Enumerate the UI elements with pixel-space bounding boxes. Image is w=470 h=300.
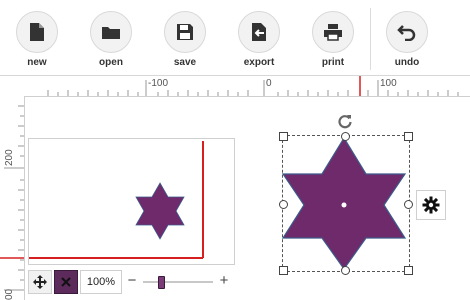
printer-icon: [312, 11, 354, 53]
open-button[interactable]: open: [81, 11, 141, 69]
ruler-label-minus-100: -100: [148, 78, 169, 89]
ruler-label-200: 200: [4, 149, 15, 166]
navigator-panel: [28, 138, 235, 265]
open-label: open: [99, 57, 123, 68]
rotate-icon: [338, 115, 352, 129]
export-icon: [238, 11, 280, 53]
rotate-handle[interactable]: [337, 113, 353, 129]
print-label: print: [321, 57, 345, 68]
save-button[interactable]: save: [155, 11, 215, 69]
resize-handle-top[interactable]: [341, 132, 350, 141]
undo-label: undo: [394, 57, 420, 68]
resize-handle-left[interactable]: [279, 200, 288, 209]
horizontal-ruler: -100 0 100: [0, 76, 470, 97]
save-label: save: [173, 57, 197, 68]
export-label: export: [243, 57, 275, 68]
navigator-star-thumbnail: [135, 182, 185, 240]
vertical-ruler: 200 00: [0, 96, 25, 300]
toolbar: new open save export print undo: [0, 0, 470, 76]
new-file-icon: [16, 11, 58, 53]
print-button[interactable]: print: [303, 11, 363, 69]
zoom-slider-thumb[interactable]: [158, 276, 165, 289]
ruler-label-100: 100: [380, 78, 397, 89]
close-icon: [61, 277, 71, 287]
move-button[interactable]: [28, 270, 52, 294]
new-label: new: [27, 57, 47, 68]
undo-button[interactable]: undo: [377, 11, 437, 69]
fill-color-button[interactable]: [54, 270, 78, 294]
floppy-disk-icon: [164, 11, 206, 53]
selection-box: [282, 135, 410, 272]
folder-icon: [90, 11, 132, 53]
undo-icon: [386, 11, 428, 53]
gear-icon: [422, 196, 440, 214]
move-arrows-icon: [33, 275, 47, 289]
resize-handle-right[interactable]: [404, 200, 413, 209]
new-button[interactable]: new: [7, 11, 67, 69]
resize-handle-bottom-left[interactable]: [279, 266, 288, 275]
ruler-label-0: 0: [266, 78, 272, 89]
navigator-controls: 100% − +: [28, 268, 238, 296]
ruler-label-00: 00: [4, 288, 15, 300]
zoom-value[interactable]: 100%: [80, 270, 122, 294]
zoom-slider-track[interactable]: [143, 281, 213, 283]
zoom-in-button[interactable]: +: [216, 270, 232, 292]
resize-handle-bottom-right[interactable]: [404, 266, 413, 275]
resize-handle-top-left[interactable]: [279, 132, 288, 141]
zoom-out-button[interactable]: −: [124, 270, 140, 292]
export-button[interactable]: export: [229, 11, 289, 69]
resize-handle-top-right[interactable]: [404, 132, 413, 141]
resize-handle-bottom[interactable]: [341, 266, 350, 275]
toolbar-separator: [370, 8, 371, 70]
shape-settings-button[interactable]: [416, 190, 446, 220]
